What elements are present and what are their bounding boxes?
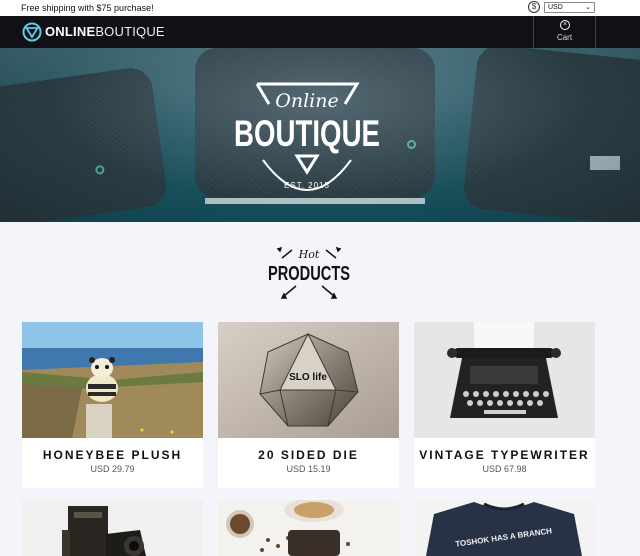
- product-card-camera[interactable]: [22, 500, 203, 556]
- die-label: SLO life: [289, 372, 327, 383]
- product-card-tshirt[interactable]: TOSHOK HAS A BRANCH: [414, 500, 595, 556]
- navbar: ONLINEBOUTIQUE × Cart: [0, 16, 640, 48]
- product-price: USD 67.98: [482, 464, 527, 474]
- hero-emblem: Online BOUTIQUE EST. 2015: [234, 82, 380, 191]
- logo-wordmark[interactable]: ONLINEBOUTIQUE: [45, 24, 165, 40]
- hot-script: Hot: [298, 248, 320, 261]
- hero-banner: Online BOUTIQUE EST. 2015: [0, 48, 640, 222]
- promo-bar: Free shipping with $75 purchase! $ USD ⌄: [0, 0, 640, 16]
- cart-button[interactable]: × Cart: [533, 16, 596, 48]
- product-card-honeybee-plush[interactable]: HONEYBEE PLUSH USD 29.79: [22, 322, 203, 488]
- hero-emblem-title: BOUTIQUE: [234, 113, 380, 154]
- hot-products-heading: Hot PRODUCTS: [268, 246, 350, 299]
- dollar-circle-icon: $: [528, 1, 540, 13]
- cart-icon: ×: [560, 20, 570, 30]
- product-image-vintage-typewriter[interactable]: [414, 322, 595, 438]
- hero-emblem-est: EST. 2015: [284, 181, 330, 190]
- currency-selected-value: USD: [548, 4, 563, 11]
- product-name[interactable]: VINTAGE TYPEWRITER: [414, 448, 595, 462]
- chevron-down-icon: ⌄: [585, 4, 591, 11]
- product-price: USD 29.79: [90, 464, 135, 474]
- product-card-vintage-typewriter[interactable]: VINTAGE TYPEWRITER USD 67.98: [414, 322, 595, 488]
- product-name[interactable]: 20 SIDED DIE: [218, 448, 399, 462]
- promo-text: Free shipping with $75 purchase!: [21, 3, 154, 13]
- hero-emblem-script: Online: [275, 90, 338, 112]
- logo-thin-text: BOUTIQUE: [95, 24, 165, 39]
- product-image-honeybee-plush[interactable]: [22, 322, 203, 438]
- product-name[interactable]: HONEYBEE PLUSH: [22, 448, 203, 462]
- logo-bold-text: ONLINE: [45, 24, 96, 39]
- product-card-20-sided-die[interactable]: SLO life 20 SIDED DIE USD 15.19: [218, 322, 399, 488]
- logo-icon[interactable]: [22, 22, 42, 42]
- cart-label: Cart: [556, 33, 573, 42]
- product-image-camera[interactable]: [22, 500, 203, 556]
- hot-title: PRODUCTS: [268, 263, 350, 285]
- currency-select[interactable]: USD ⌄: [544, 2, 595, 13]
- product-image-20-sided-die[interactable]: SLO life: [218, 322, 399, 438]
- product-image-coffee[interactable]: [218, 500, 399, 556]
- product-price: USD 15.19: [286, 464, 331, 474]
- product-image-tshirt[interactable]: TOSHOK HAS A BRANCH: [414, 500, 595, 556]
- product-card-coffee[interactable]: [218, 500, 399, 556]
